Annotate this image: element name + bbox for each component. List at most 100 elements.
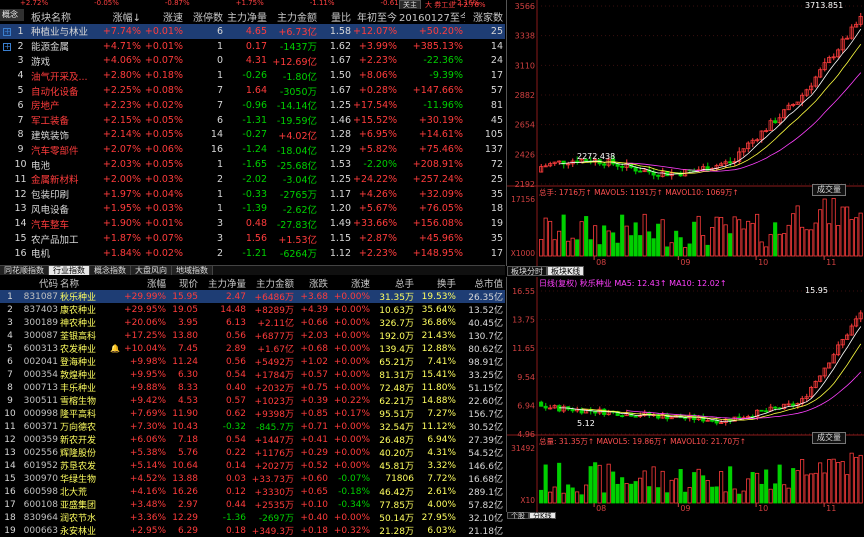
stock-name[interactable]: 登海种业 [60, 355, 108, 368]
expand-cell[interactable] [0, 246, 14, 261]
sector-row[interactable]: +2 能源金属 +4.71% +0.01% 1 0.17 -1437万 1.62 +3.99% +… [0, 39, 505, 54]
stock-code[interactable]: 600313 [20, 342, 60, 355]
expand-cell[interactable] [0, 128, 14, 143]
stock-col-header[interactable]: 换手 [416, 276, 458, 290]
sector-name[interactable]: 电机 [27, 246, 95, 261]
sector-col-header[interactable]: 年初至今 [353, 9, 399, 24]
sector-col-header[interactable]: 涨速 [143, 9, 185, 24]
stock-code[interactable]: 000359 [20, 433, 60, 446]
sector-row[interactable]: 14 汽车整车 +1.90% +0.01% 3 0.48 -27.83亿 1.49 +33.66… [0, 216, 505, 231]
sector-name[interactable]: 房地产 [27, 98, 95, 113]
sector-row[interactable]: 11 金属新材料 +2.00% +0.03% 2 -2.02 -3.04亿 1.25 +24.2… [0, 172, 505, 187]
expand-plus-icon[interactable]: + [3, 42, 11, 51]
stock-code[interactable]: 300511 [20, 394, 60, 407]
stock-name[interactable]: 雪榕生物 [60, 394, 108, 407]
stock-code[interactable]: 837403 [20, 303, 60, 316]
expand-plus-icon[interactable]: + [3, 27, 11, 36]
sector-row[interactable]: 6 房地产 +2.23% +0.02% 7 -0.96 -14.14亿 1.25 +17.54%… [0, 98, 505, 113]
sector-name[interactable]: 军工装备 [27, 113, 95, 128]
stock-row[interactable]: 8 000713 丰乐种业 +9.88% 8.33 0.40 +2032万 +0.75 +0.0… [0, 381, 505, 395]
sector-row[interactable]: 7 军工装备 +2.15% +0.05% 6 -1.31 -19.59亿 1.46 +15.52… [0, 113, 505, 128]
sector-col-header[interactable]: 量比 [319, 9, 353, 24]
stock-code[interactable]: 000998 [20, 407, 60, 420]
sector-row[interactable]: +1 种植业与林业 +7.74% +0.01% 6 4.65 +6.73亿 1.58 +12.0… [0, 24, 505, 39]
expand-cell[interactable] [0, 157, 14, 172]
sector-col-header[interactable]: 20160127至今 [399, 9, 465, 24]
expand-cell[interactable] [0, 54, 14, 69]
expand-cell[interactable] [0, 231, 14, 246]
stock-row[interactable]: 18 830964 润农节水 +3.36% 12.29 -1.36 -2697万 +0.40 +… [0, 511, 505, 525]
stock-col-header[interactable]: 涨速 [330, 276, 372, 290]
index-tab[interactable]: 同花顺指数 [0, 266, 49, 275]
stock-col-header[interactable]: 总市值 [458, 276, 505, 290]
sector-col-header[interactable]: 主力净量 [225, 9, 269, 24]
stock-name[interactable]: 万向德农 [60, 420, 108, 433]
sector-row[interactable]: 4 油气开采及... +2.80% +0.18% 1 -0.26 -1.80亿 1.50 +8.… [0, 68, 505, 83]
expand-cell[interactable] [0, 68, 14, 83]
stock-code[interactable]: 000354 [20, 368, 60, 381]
stock-row[interactable]: 7 000354 敦煌种业 +9.95% 6.30 0.54 +1784万 +0.57 +0.0… [0, 368, 505, 382]
bottom-chart-tab[interactable]: 分K线 [529, 512, 556, 520]
stock-col-header[interactable]: 总手 [372, 276, 416, 290]
stock-name[interactable]: 丰乐种业 [60, 381, 108, 394]
stock-row[interactable]: 12 000359 新农开发 +6.06% 7.18 0.54 +1447万 +0.41 +0.… [0, 433, 505, 447]
sector-name[interactable]: 电池 [27, 157, 95, 172]
stock-name[interactable]: 农发种业 [60, 342, 108, 355]
sector-col-header[interactable]: 涨家数 [465, 9, 505, 24]
stock-row[interactable]: 6 002041 登海种业 +9.98% 11.24 0.56 +5492万 +1.02 +0.… [0, 355, 505, 369]
expand-cell[interactable] [0, 187, 14, 202]
sector-kline-chart[interactable]: 3566 3338 3110 2882 2654 2426 2192 3713.851 2272… [507, 0, 864, 266]
stock-row[interactable]: 17 600108 亚盛集团 +3.48% 2.97 0.44 +2535万 +0.10 -0.… [0, 498, 505, 512]
stock-row[interactable]: 16 600598 北大荒 +4.16% 16.26 0.12 +3330万 +0.65 -0.… [0, 485, 505, 499]
sector-name[interactable]: 农产品加工 [27, 231, 95, 246]
stock-col-header[interactable]: 代码 [20, 276, 60, 290]
sector-col-header[interactable]: 主力金额 [269, 9, 319, 24]
index-tab[interactable]: 概念指数 [90, 266, 131, 275]
stock-name[interactable]: 苏垦农发 [60, 459, 108, 472]
expand-cell[interactable] [0, 216, 14, 231]
sector-name[interactable]: 种植业与林业 [27, 24, 95, 39]
stock-code[interactable]: 002556 [20, 446, 60, 459]
sector-row[interactable]: 10 电池 +2.03% +0.05% 1 -1.65 -25.68亿 1.53 -2.20% +… [0, 157, 505, 172]
expand-cell[interactable] [0, 202, 14, 217]
stock-row[interactable]: 4 300087 荃银高科 +17.25% 13.80 0.56 +6877万 +2.03 +0… [0, 329, 505, 343]
sector-name[interactable]: 风电设备 [27, 202, 95, 217]
stock-col-header[interactable]: 名称 [60, 276, 108, 290]
stock-code[interactable]: 002041 [20, 355, 60, 368]
sector-kline-panel[interactable]: 3566 3338 3110 2882 2654 2426 2192 3713.851 2272… [506, 0, 864, 266]
sector-name[interactable]: 游戏 [27, 54, 95, 69]
sector-col-header[interactable]: 板块名称 [27, 9, 95, 24]
stock-code[interactable]: 600108 [20, 498, 60, 511]
stock-code[interactable]: 600598 [20, 485, 60, 498]
stock-row[interactable]: 15 300970 华绿生物 +4.52% 13.88 0.03 +33.73万 +0.60-… [0, 472, 505, 486]
sector-name[interactable]: 包装印刷 [27, 187, 95, 202]
stock-row[interactable]: 13 002556 辉隆股份 +5.38% 5.76 0.22 +1176万 +0.29 +0.… [0, 446, 505, 460]
stock-code[interactable]: 601952 [20, 459, 60, 472]
stock-name[interactable]: 康农种业 [60, 303, 108, 316]
index-tab[interactable]: 地域指数 [172, 266, 213, 275]
stock-name[interactable]: 隆平高科 [60, 407, 108, 420]
stock-col-header[interactable] [0, 276, 20, 290]
stock-row[interactable]: 19 000663 永安林业 +2.95% 6.29 0.18 +349.3万 +0.18 +0… [0, 524, 505, 537]
stock-name[interactable]: 秋乐种业 [60, 290, 108, 303]
stock-row[interactable]: 9 300511 雪榕生物 +9.42% 4.53 0.57 +1023万 +0.39 +0.2… [0, 394, 505, 408]
bottom-chart-tab[interactable]: 个股 [507, 512, 529, 520]
chart-tab[interactable]: 板块K线 [547, 266, 585, 276]
stock-code[interactable]: 600371 [20, 420, 60, 433]
volume-button-2[interactable]: 成交量 [812, 432, 846, 444]
sector-name[interactable]: 汽车整车 [27, 216, 95, 231]
stock-kline-panel[interactable]: 16.55 13.75 11.65 9.54 6.94 4.96 15.95 5.12 日线(复… [506, 277, 864, 512]
expand-cell[interactable]: + [0, 39, 14, 54]
stock-name[interactable]: 永安林业 [60, 524, 108, 537]
sector-name[interactable]: 汽车零部件 [27, 142, 95, 157]
sector-name[interactable]: 油气开采及... [27, 68, 95, 83]
sector-name[interactable]: 能源金属 [27, 39, 95, 54]
index-tab[interactable]: 行业指数 [49, 266, 90, 275]
sector-row[interactable]: 3 游戏 +4.06% +0.07% 0 4.31 +12.69亿 1.67 +2.23% -22… [0, 54, 505, 69]
stock-col-header[interactable]: 涨幅 [122, 276, 168, 290]
sector-row[interactable]: 5 自动化设备 +2.25% +0.08% 7 1.64 -3050万 1.67 +0.28% +… [0, 83, 505, 98]
stock-row[interactable]: 14 601952 苏垦农发 +5.14% 10.64 0.14 +2027万 +0.52 +0… [0, 459, 505, 473]
stock-col-header[interactable]: 涨跌 [296, 276, 330, 290]
sector-row[interactable]: 8 建筑装饰 +2.14% +0.05% 14 -0.27 +4.02亿 1.28 +6.95%… [0, 128, 505, 143]
stock-row[interactable]: 5 600313 农发种业 🔔 +10.04% 7.45 2.89 +1.67亿 +0.68 +0… [0, 342, 505, 356]
